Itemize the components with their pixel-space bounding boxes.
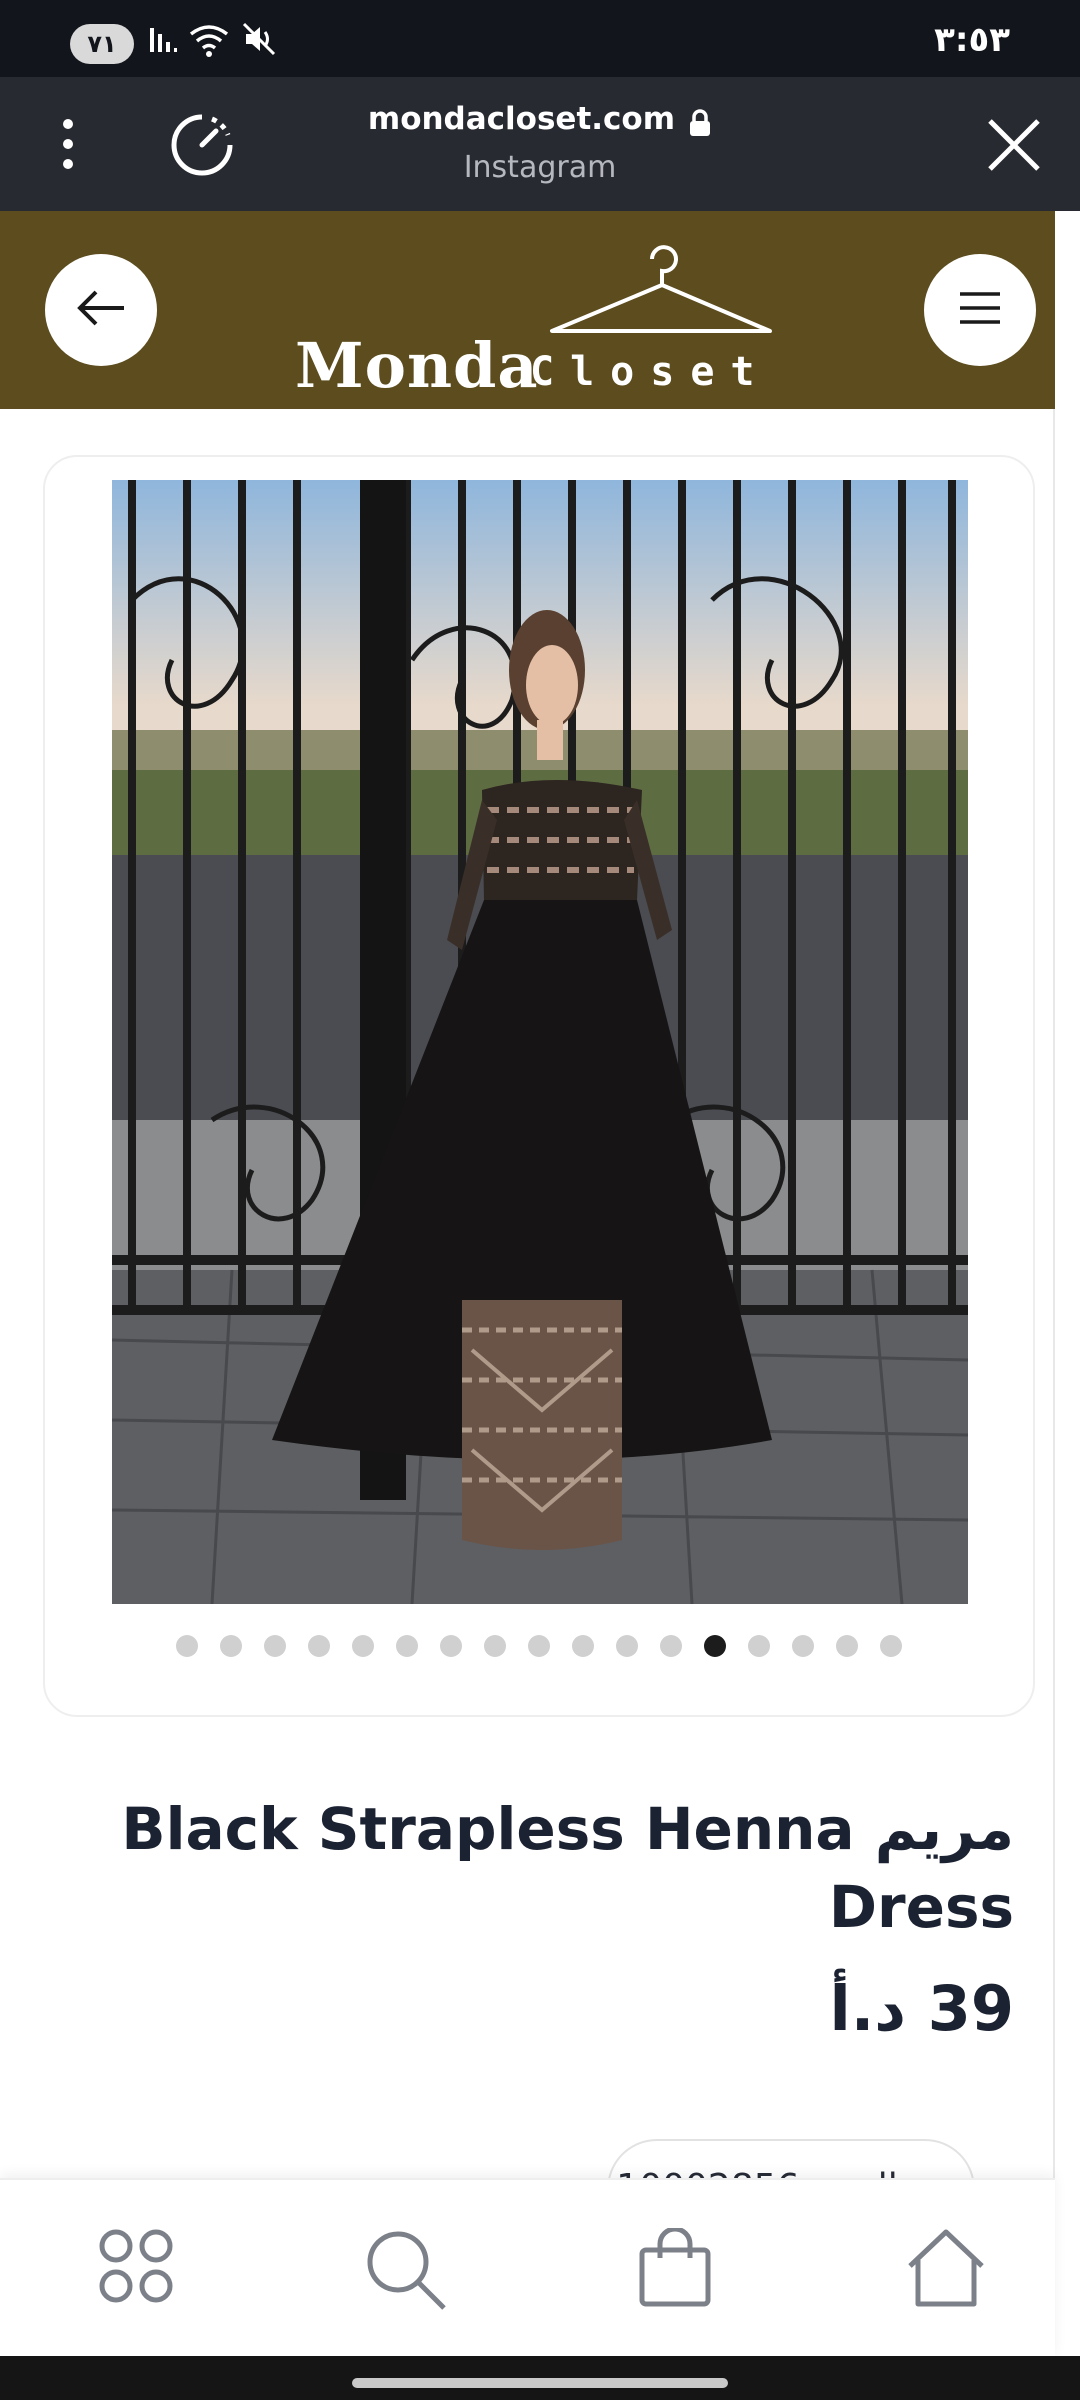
home-indicator[interactable] <box>352 2378 728 2388</box>
carousel-dot[interactable] <box>308 1635 330 1657</box>
menu-button[interactable] <box>924 254 1036 366</box>
carousel-dot[interactable] <box>264 1635 286 1657</box>
back-button[interactable] <box>45 254 157 366</box>
status-bar: ٧١ ٣:٥٣ <box>0 0 1080 77</box>
carousel-dot[interactable] <box>792 1635 814 1657</box>
grid-icon[interactable] <box>98 2228 174 2308</box>
carousel-dot[interactable] <box>616 1635 638 1657</box>
hanger-icon <box>540 241 780 345</box>
wifi-icon <box>188 22 230 62</box>
carousel-dot[interactable] <box>660 1635 682 1657</box>
product-gallery <box>43 455 1035 1717</box>
carousel-dot[interactable] <box>396 1635 418 1657</box>
referrer-text: Instagram <box>463 149 617 185</box>
status-clock: ٣:٥٣ <box>934 20 1010 60</box>
brand-name: Monda <box>295 329 539 402</box>
brand-subname: Closet <box>530 349 771 395</box>
search-icon[interactable] <box>364 2228 448 2316</box>
url-box[interactable]: mondacloset.com Instagram <box>0 101 1080 185</box>
battery-indicator: ٧١ <box>70 24 134 64</box>
carousel-dot[interactable] <box>352 1635 374 1657</box>
browser-toolbar: mondacloset.com Instagram <box>0 77 1080 211</box>
gesture-bar <box>0 2356 1080 2400</box>
product-price: 39 د.أ <box>829 1972 1015 2045</box>
carousel-dot[interactable] <box>748 1635 770 1657</box>
bag-icon[interactable] <box>638 2226 712 2312</box>
brand-logo[interactable]: Monda Closet <box>290 241 790 402</box>
carousel-dot[interactable] <box>220 1635 242 1657</box>
close-icon[interactable] <box>986 117 1042 177</box>
carousel-dots <box>45 1635 1033 1657</box>
carousel-dot[interactable] <box>440 1635 462 1657</box>
carousel-dot[interactable] <box>176 1635 198 1657</box>
site-header: Monda Closet <box>0 211 1055 409</box>
home-icon[interactable] <box>906 2228 986 2312</box>
carousel-dot[interactable] <box>836 1635 858 1657</box>
carousel-dot[interactable] <box>528 1635 550 1657</box>
signal-icon <box>148 22 178 58</box>
product-title: مريم Black Strapless Henna Dress <box>121 1795 1014 1941</box>
page-edge <box>1053 211 1080 2364</box>
carousel-dot[interactable] <box>572 1635 594 1657</box>
carousel-dot[interactable] <box>484 1635 506 1657</box>
bottom-navigation <box>0 2178 1055 2358</box>
product-image[interactable] <box>112 480 968 1604</box>
url-text: mondacloset.com <box>367 101 676 137</box>
menu-icon <box>958 290 1002 330</box>
carousel-dot[interactable] <box>704 1635 726 1657</box>
lock-icon <box>688 108 712 142</box>
carousel-dot[interactable] <box>880 1635 902 1657</box>
mute-icon <box>242 22 276 60</box>
back-arrow-icon <box>76 288 126 332</box>
